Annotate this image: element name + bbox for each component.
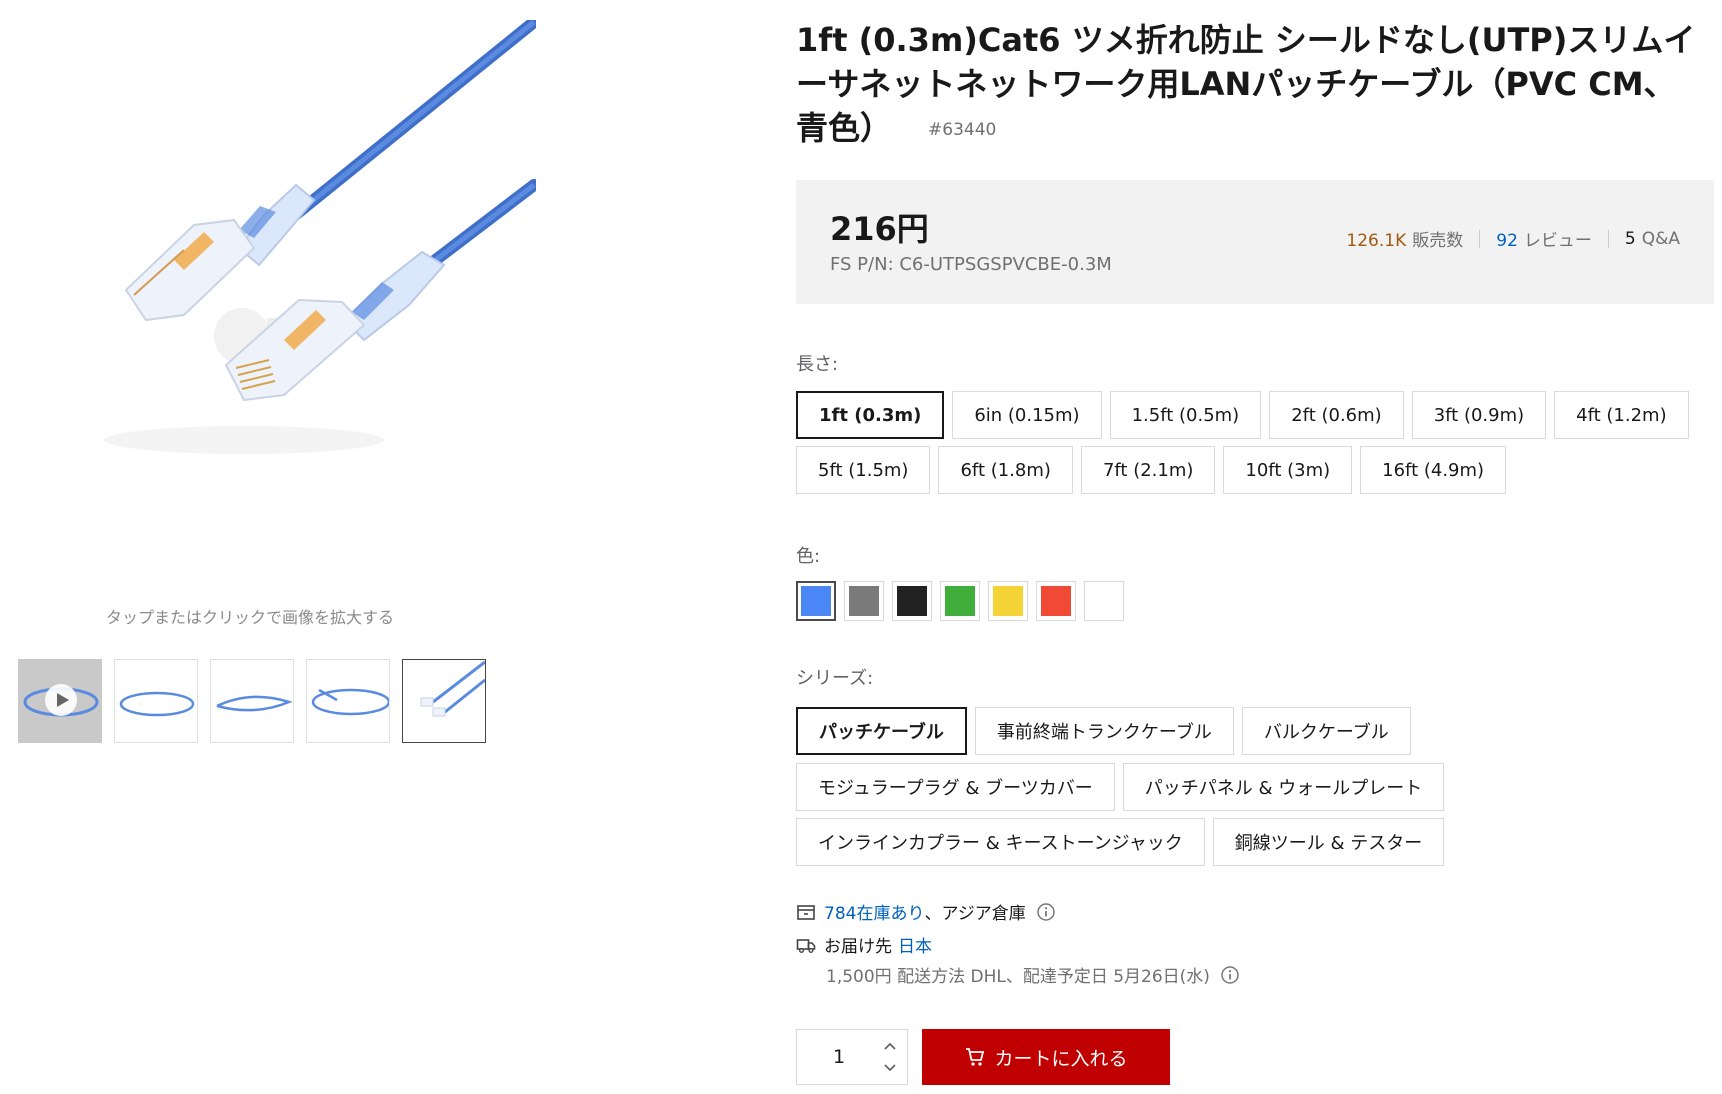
swatch-chip — [945, 586, 975, 616]
color-label: 色: — [796, 546, 821, 567]
length-option[interactable]: 6in (0.15m) — [952, 391, 1102, 439]
color-swatch-yellow[interactable] — [988, 581, 1028, 621]
shipping-destination: お届け先 日本 — [796, 932, 932, 957]
series-options-row-3: インラインカプラー & キーストーンジャック 銅線ツール & テスター — [796, 818, 1445, 866]
product-stats: 126.1K 販売数 92 レビュー 5 Q&A — [1346, 226, 1680, 252]
product-main-image[interactable]: FS — [64, 20, 536, 550]
quantity-value[interactable]: 1 — [833, 1046, 845, 1068]
sold-label: 販売数 — [1412, 231, 1464, 251]
review-label: レビュー — [1523, 231, 1592, 251]
play-icon — [45, 684, 77, 716]
length-option[interactable]: 7ft (2.1m) — [1080, 446, 1216, 494]
length-option[interactable]: 1ft (0.3m) — [796, 391, 945, 439]
swatch-chip — [1089, 586, 1119, 616]
color-swatches — [796, 581, 1124, 621]
shipping-detail-text: 1,500円 配送方法 DHL、配達予定日 5月26日(水) — [826, 967, 1210, 987]
shipping-detail: 1,500円 配送方法 DHL、配達予定日 5月26日(水) — [826, 962, 1240, 987]
series-option[interactable]: 銅線ツール & テスター — [1212, 818, 1445, 866]
thumbnail-4[interactable] — [306, 659, 390, 743]
stat-divider — [1607, 229, 1609, 248]
length-option[interactable]: 16ft (4.9m) — [1360, 446, 1507, 494]
series-option[interactable]: バルクケーブル — [1241, 707, 1411, 755]
cart-icon — [966, 1048, 985, 1066]
color-swatch-blue[interactable] — [796, 581, 836, 621]
review-stat[interactable]: 92 レビュー — [1496, 226, 1592, 251]
truck-icon — [796, 938, 816, 953]
thumbnail-strip — [18, 659, 486, 743]
length-option[interactable]: 4ft (1.2m) — [1554, 391, 1689, 439]
thumbnail-2[interactable] — [114, 659, 198, 743]
series-option[interactable]: パッチパネル & ウォールプレート — [1122, 763, 1445, 811]
quantity-stepper[interactable]: 1 — [796, 1029, 908, 1085]
chevron-down-icon[interactable] — [881, 1060, 899, 1076]
price-panel: 216円 FS P/N: C6-UTPSGSPVCBE-0.3M 126.1K 販… — [796, 180, 1714, 304]
length-label: 長さ: — [796, 354, 839, 375]
stock-count[interactable]: 784在庫あり — [824, 899, 924, 924]
stock-status: 784在庫あり 、アジア倉庫 — [796, 899, 1056, 924]
series-options-row-1: パッチケーブル 事前終端トランクケーブル バルクケーブル — [796, 707, 1411, 755]
sold-count: 126.1K — [1346, 231, 1407, 251]
add-to-cart-button[interactable]: カートに入れる — [922, 1029, 1170, 1085]
swatch-chip — [897, 586, 927, 616]
series-options-row-2: モジュラープラグ & ブーツカバー パッチパネル & ウォールプレート — [796, 763, 1445, 811]
series-option[interactable]: パッチケーブル — [796, 707, 967, 755]
add-to-cart-label: カートに入れる — [994, 1048, 1128, 1070]
color-swatch-white[interactable] — [1084, 581, 1124, 621]
series-option[interactable]: インラインカプラー & キーストーンジャック — [796, 818, 1205, 866]
warehouse-icon — [797, 904, 815, 920]
info-icon[interactable] — [1036, 902, 1056, 922]
qa-stat[interactable]: 5 Q&A — [1625, 229, 1680, 249]
length-option[interactable]: 10ft (3m) — [1223, 446, 1353, 494]
color-swatch-gray[interactable] — [844, 581, 884, 621]
ship-country[interactable]: 日本 — [898, 932, 932, 957]
info-icon[interactable] — [1220, 965, 1240, 985]
length-option[interactable]: 1.5ft (0.5m) — [1109, 391, 1262, 439]
ship-to-label: お届け先 — [824, 937, 892, 957]
color-swatch-black[interactable] — [892, 581, 932, 621]
length-option[interactable]: 6ft (1.8m) — [938, 446, 1073, 494]
price: 216円 — [830, 210, 929, 248]
thumbnail-5[interactable] — [402, 659, 486, 743]
swatch-chip — [849, 586, 879, 616]
product-gallery: FS — [0, 0, 560, 760]
length-option[interactable]: 2ft (0.6m) — [1269, 391, 1404, 439]
swatch-chip — [801, 586, 831, 616]
series-option[interactable]: 事前終端トランクケーブル — [974, 707, 1234, 755]
length-options-row-2: 5ft (1.5m) 6ft (1.8m) 7ft (2.1m) 10ft (3… — [796, 446, 1507, 494]
stat-divider — [1479, 229, 1481, 248]
qa-count: 5 — [1624, 228, 1636, 249]
color-swatch-red[interactable] — [1036, 581, 1076, 621]
product-sku: #63440 — [928, 120, 997, 140]
color-swatch-green[interactable] — [940, 581, 980, 621]
thumbnail-video[interactable] — [18, 659, 102, 743]
review-count: 92 — [1496, 231, 1518, 251]
swatch-chip — [1041, 586, 1071, 616]
length-option[interactable]: 3ft (0.9m) — [1411, 391, 1547, 439]
part-number: FS P/N: C6-UTPSGSPVCBE-0.3M — [830, 254, 1112, 275]
product-title: 1ft (0.3m)Cat6 ツメ折れ防止 シールドなし(UTP)スリムイーサネ… — [796, 18, 1706, 152]
series-label: シリーズ: — [796, 668, 874, 689]
sold-stat: 126.1K 販売数 — [1346, 226, 1463, 251]
zoom-hint-text: タップまたはクリックで画像を拡大する — [105, 608, 394, 627]
chevron-up-icon[interactable] — [881, 1038, 899, 1054]
stock-warehouse: 、アジア倉庫 — [924, 904, 1026, 924]
length-option[interactable]: 5ft (1.5m) — [796, 446, 931, 494]
qa-label: Q&A — [1641, 228, 1680, 249]
series-option[interactable]: モジュラープラグ & ブーツカバー — [796, 763, 1115, 811]
swatch-chip — [993, 586, 1023, 616]
thumbnail-3[interactable] — [210, 659, 294, 743]
length-options-row-1: 1ft (0.3m) 6in (0.15m) 1.5ft (0.5m) 2ft … — [796, 391, 1689, 439]
